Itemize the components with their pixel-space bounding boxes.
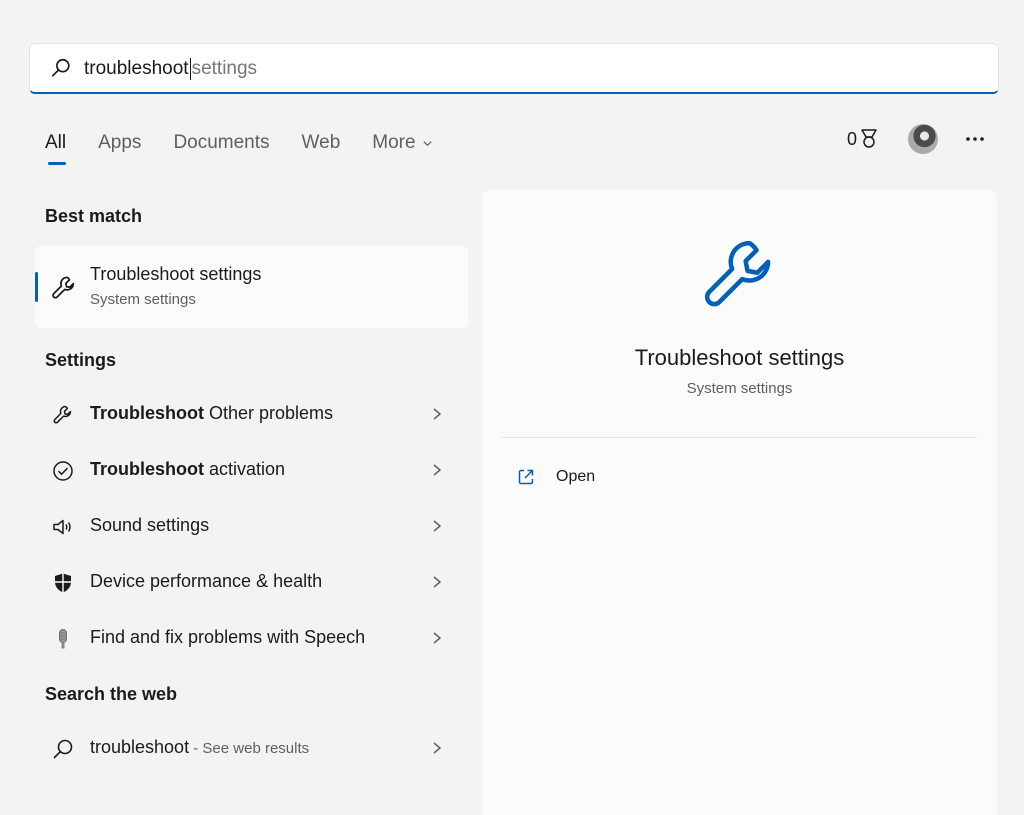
search-box[interactable]: troubleshoot settings: [29, 43, 999, 94]
web-query: troubleshoot: [90, 737, 190, 757]
list-item-speech-troubleshooter[interactable]: Find and fix problems with Speech: [35, 614, 468, 662]
preview-title: Troubleshoot settings: [634, 345, 845, 370]
label-bold: Troubleshoot: [90, 403, 204, 423]
label-rest: Device performance & health: [90, 571, 323, 591]
more-options-icon[interactable]: [962, 126, 988, 152]
list-item-device-performance[interactable]: Device performance & health: [35, 558, 468, 606]
tab-more[interactable]: More: [372, 130, 432, 156]
filter-tabs: All Apps Documents Web More: [45, 130, 465, 170]
chevron-right-icon: [433, 576, 442, 588]
list-item-label: Troubleshoot Other problems: [90, 403, 333, 424]
label-bold: Troubleshoot: [90, 459, 204, 479]
open-label: Open: [556, 468, 596, 485]
best-match-title: Troubleshoot settings: [90, 264, 262, 284]
search-suggestion: settings: [191, 58, 258, 79]
speaker-icon: [53, 519, 71, 535]
label-rest: activation: [204, 459, 286, 479]
list-item-label: Find and fix problems with Speech: [90, 627, 365, 648]
preview-panel: Troubleshoot settings System settings Op…: [482, 190, 997, 815]
preview-subtitle: System settings: [686, 380, 793, 397]
best-match-heading: Best match: [45, 206, 143, 226]
check-circle-icon: [53, 461, 73, 481]
tab-label: All: [45, 132, 67, 153]
search-icon: [53, 739, 73, 759]
trophy-icon: [861, 129, 877, 148]
open-button[interactable]: Open: [516, 464, 595, 490]
best-match-subtitle: System settings: [90, 291, 196, 308]
chevron-right-icon: [433, 632, 442, 644]
tab-web[interactable]: Web: [302, 130, 341, 156]
tab-label: Documents: [173, 132, 270, 153]
points-count: 0: [847, 128, 858, 149]
search-web-heading: Search the web: [45, 684, 178, 704]
open-external-icon: [518, 469, 534, 485]
wrench-icon: [52, 276, 75, 299]
tab-documents[interactable]: Documents: [173, 130, 269, 156]
chevron-down-icon: [422, 140, 432, 146]
search-typed-text: troubleshoot: [84, 58, 189, 79]
tab-apps[interactable]: Apps: [98, 130, 141, 156]
divider: [502, 437, 977, 438]
list-item-troubleshoot-other[interactable]: Troubleshoot Other problems: [35, 390, 468, 438]
wrench-icon: [704, 240, 771, 307]
wrench-icon: [53, 405, 72, 424]
list-item-label: Sound settings: [90, 515, 209, 536]
label-rest: Sound settings: [90, 515, 210, 535]
rewards-points[interactable]: 0: [847, 128, 879, 150]
settings-heading: Settings: [45, 350, 117, 370]
search-icon: [51, 58, 70, 77]
tab-label: More: [372, 132, 416, 153]
list-item-sound-settings[interactable]: Sound settings: [35, 502, 468, 550]
best-match-result[interactable]: Troubleshoot settings System settings: [35, 246, 468, 328]
selection-indicator: [35, 272, 38, 302]
list-item-label: troubleshoot - See web results: [90, 737, 309, 758]
shield-icon: [55, 573, 71, 593]
list-item-label: Device performance & health: [90, 571, 322, 592]
microphone-icon: [59, 629, 67, 649]
list-item-label: Troubleshoot activation: [90, 459, 285, 480]
tab-label: Web: [301, 132, 341, 153]
chevron-right-icon: [433, 742, 442, 754]
avatar[interactable]: [908, 124, 938, 154]
web-suffix: - See web results: [189, 740, 310, 757]
list-item-web-search[interactable]: troubleshoot - See web results: [35, 724, 468, 772]
label-rest: Other problems: [204, 403, 334, 423]
chevron-right-icon: [433, 464, 442, 476]
tab-all[interactable]: All: [45, 130, 67, 165]
chevron-right-icon: [433, 520, 442, 532]
search-input[interactable]: troubleshoot settings: [84, 58, 257, 80]
active-tab-indicator: [48, 162, 66, 165]
tab-label: Apps: [98, 132, 142, 153]
list-item-troubleshoot-activation[interactable]: Troubleshoot activation: [35, 446, 468, 494]
chevron-right-icon: [433, 408, 442, 420]
text-caret: [189, 58, 191, 80]
label-rest: Find and fix problems with Speech: [90, 627, 366, 647]
